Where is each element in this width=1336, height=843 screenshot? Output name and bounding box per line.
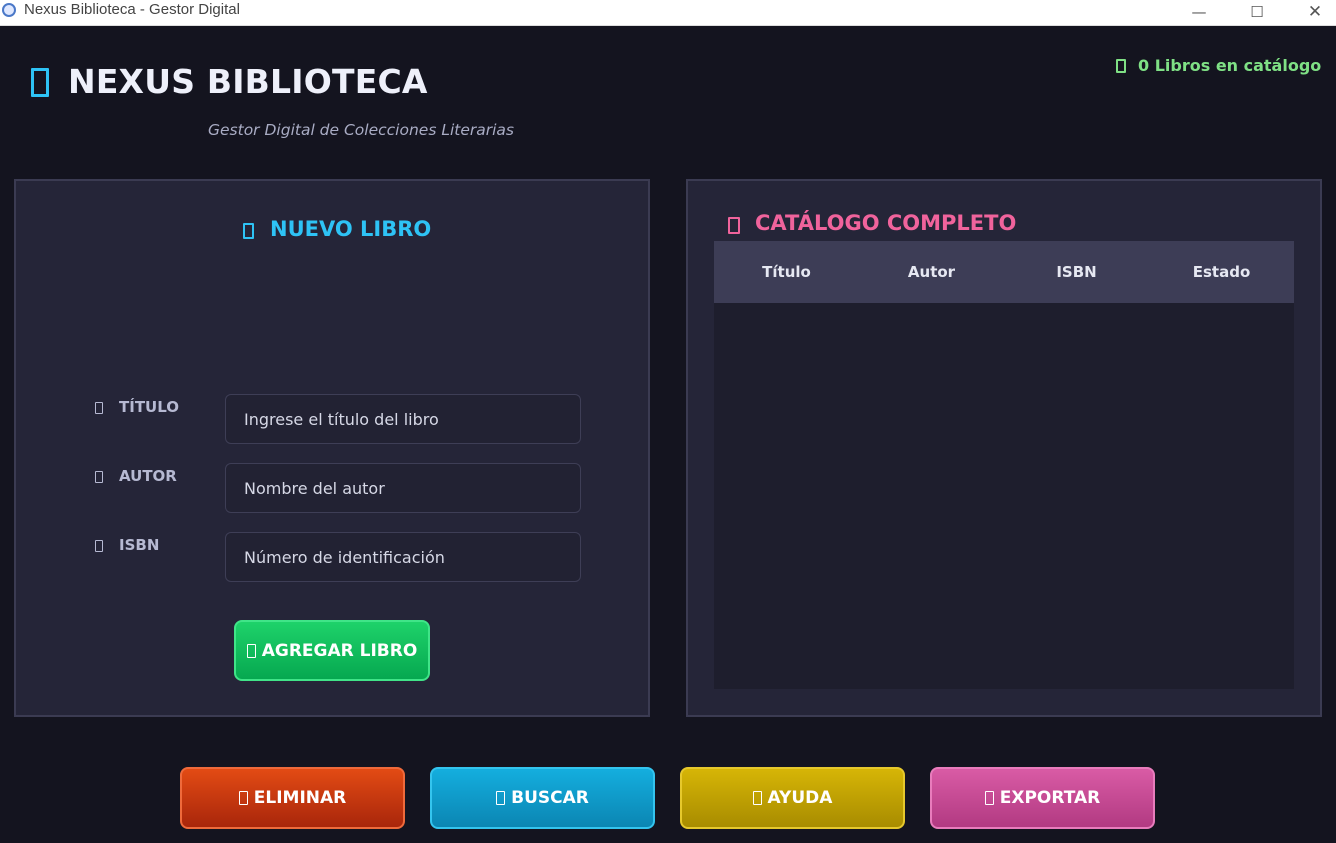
isbn-input[interactable] [225, 532, 581, 582]
maximize-button[interactable]: ☐ [1234, 0, 1280, 24]
add-icon [246, 643, 256, 658]
catalog-icon [728, 217, 740, 234]
delete-button[interactable]: ELIMINAR [180, 767, 405, 829]
title-icon [95, 402, 103, 414]
book-count: 0 Libros en catálogo [1138, 56, 1322, 75]
column-header-status[interactable]: Estado [1149, 241, 1294, 303]
search-label: BUSCAR [511, 788, 589, 808]
author-icon [95, 471, 103, 483]
new-book-heading: NUEVO LIBRO [270, 217, 432, 241]
search-icon [496, 791, 506, 805]
title-input[interactable] [225, 394, 581, 444]
export-button[interactable]: EXPORTAR [930, 767, 1155, 829]
window-titlebar: Nexus Biblioteca - Gestor Digital — ☐ ✕ [0, 0, 1336, 26]
export-icon [984, 791, 994, 805]
window-title: Nexus Biblioteca - Gestor Digital [24, 1, 240, 18]
catalog-heading: CATÁLOGO COMPLETO [755, 211, 1017, 235]
add-book-label: AGREGAR LIBRO [261, 640, 418, 661]
book-count-icon [1116, 59, 1126, 73]
column-header-title[interactable]: Título [714, 241, 859, 303]
library-logo-icon [31, 68, 49, 97]
column-header-isbn[interactable]: ISBN [1004, 241, 1149, 303]
new-book-icon [243, 223, 254, 239]
app-icon [2, 3, 16, 17]
column-header-author[interactable]: Autor [859, 241, 1004, 303]
catalog-table[interactable]: Título Autor ISBN Estado [714, 241, 1294, 689]
app-title: NEXUS BIBLIOTECA [68, 62, 428, 101]
search-button[interactable]: BUSCAR [430, 767, 655, 829]
isbn-label: ISBN [119, 536, 160, 554]
delete-icon [238, 791, 248, 805]
help-label: AYUDA [767, 788, 833, 808]
app-subtitle: Gestor Digital de Colecciones Literarias [208, 121, 515, 139]
export-label: EXPORTAR [999, 788, 1101, 808]
add-book-button[interactable]: AGREGAR LIBRO [234, 620, 430, 681]
minimize-button[interactable]: — [1176, 0, 1222, 24]
delete-label: ELIMINAR [253, 788, 347, 808]
close-button[interactable]: ✕ [1292, 0, 1336, 24]
author-label: AUTOR [119, 467, 177, 485]
catalog-table-header: Título Autor ISBN Estado [714, 241, 1294, 303]
title-label: TÍTULO [119, 398, 179, 416]
isbn-icon [95, 540, 103, 552]
help-icon [752, 791, 762, 805]
author-input[interactable] [225, 463, 581, 513]
help-button[interactable]: AYUDA [680, 767, 905, 829]
